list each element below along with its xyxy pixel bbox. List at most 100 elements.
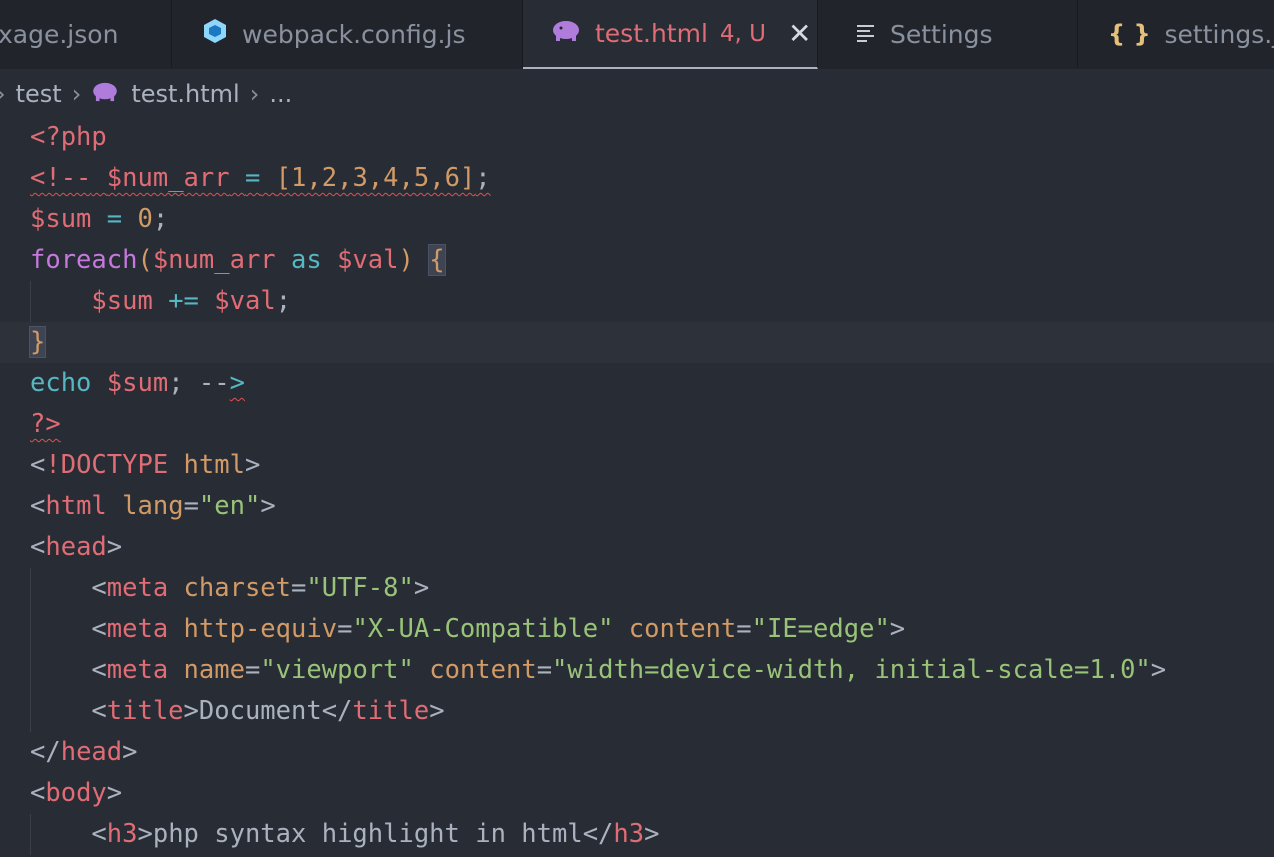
code-token: ; (475, 163, 491, 193)
code-line[interactable]: ?> (0, 404, 1274, 445)
code-token: content (429, 655, 537, 685)
code-token: < (30, 532, 46, 562)
indent-guide (30, 609, 31, 650)
code-token: "IE=edge" (751, 614, 890, 644)
code-token: meta (106, 573, 169, 603)
code-token: >php syntax highlight in html</ (137, 819, 614, 849)
code-line[interactable]: <!DOCTYPE html> (0, 445, 1274, 486)
indent-guide (30, 281, 31, 322)
code-token: < (30, 819, 107, 849)
code-line[interactable]: <body> (0, 773, 1274, 814)
code-token: > (644, 819, 660, 849)
code-token: -- (198, 368, 230, 398)
code-token: >Document</ (183, 696, 353, 726)
code-token: ; (168, 368, 199, 398)
code-line[interactable]: $sum = 0; (0, 199, 1274, 240)
tab-settings[interactable]: Settings (818, 0, 1078, 68)
problems-status-badge: 4, U (719, 20, 766, 47)
indent-guide (30, 650, 31, 691)
json-braces-icon: { } (1108, 20, 1151, 48)
indent-guide (30, 814, 31, 855)
code-token: foreach (30, 245, 138, 275)
code-token: $num_arr (152, 245, 276, 275)
code-token: = (183, 491, 199, 521)
code-line[interactable]: <html lang="en"> (0, 486, 1274, 527)
code-line[interactable]: <meta name="viewport" content="width=dev… (0, 650, 1274, 691)
code-token: > (229, 368, 245, 398)
code-token: > (1150, 655, 1167, 685)
close-icon[interactable]: ✕ (788, 17, 811, 50)
code-token: [1,2,3,4,5,6] (275, 163, 476, 193)
code-token: h3 (613, 819, 645, 849)
code-token: += (168, 286, 199, 316)
code-line[interactable]: $sum += $val; (0, 281, 1274, 322)
code-line[interactable]: <h3>php syntax highlight in html</h3> (0, 814, 1274, 855)
indent-guide (30, 568, 31, 609)
code-line[interactable]: } (0, 322, 1274, 363)
code-token: = (291, 573, 307, 603)
code-line[interactable]: <?php (0, 117, 1274, 158)
tab-test-html[interactable]: test.html 4, U ✕ (523, 0, 818, 69)
code-line[interactable]: <title>Document</title> (0, 691, 1274, 732)
tab-label: xage.json (0, 19, 119, 49)
code-token: < (30, 655, 107, 685)
code-token: > (106, 778, 123, 808)
code-line[interactable]: foreach($num_arr as $val) { (0, 240, 1274, 281)
code-token: head (45, 532, 107, 562)
indent-guide (30, 691, 31, 732)
code-line[interactable]: <head> (0, 527, 1274, 568)
code-token: content (628, 614, 737, 644)
code-token: as (291, 245, 322, 275)
breadcrumb: › test › test.html › ... (0, 72, 1274, 116)
code-token: title (352, 696, 430, 726)
code-token: < (30, 450, 46, 480)
tab-label: settings.json (1164, 19, 1274, 49)
code-token: < (30, 573, 107, 603)
settings-list-icon (856, 20, 876, 48)
code-line[interactable]: <meta http-equiv="X-UA-Compatible" conte… (0, 609, 1274, 650)
breadcrumb-file[interactable]: test.html (131, 80, 239, 108)
code-token: !DOCTYPE (45, 450, 169, 480)
code-token: "width=device-width, initial-scale=1.0" (552, 655, 1151, 685)
code-token: echo (30, 368, 92, 398)
chevron-right-icon: › (249, 80, 260, 108)
code-line[interactable]: echo $sum; --> (0, 363, 1274, 404)
code-token: h3 (106, 819, 138, 849)
code-token: < (30, 614, 107, 644)
code-token: charset (183, 573, 292, 603)
code-line[interactable]: </head> (0, 732, 1274, 773)
php-elephant-icon (551, 20, 581, 48)
code-token: ; (275, 286, 292, 316)
code-token: $val (337, 245, 399, 275)
tab-package-json[interactable]: xage.json (0, 0, 172, 68)
code-token: ( (137, 245, 153, 275)
code-token: $val (214, 286, 276, 316)
code-editor[interactable]: <?php <!-- $num_arr = [1,2,3,4,5,6]; $sum … (0, 117, 1274, 855)
code-line[interactable]: <!-- $num_arr = [1,2,3,4,5,6]; (0, 158, 1274, 199)
code-line[interactable]: <meta charset="UTF-8"> (0, 568, 1274, 609)
tab-webpack-config[interactable]: webpack.config.js (172, 0, 523, 68)
breadcrumb-folder[interactable]: test (16, 80, 62, 108)
code-token: <!-- (30, 163, 92, 193)
chevron-right-icon: › (71, 80, 82, 108)
tab-settings-json[interactable]: { } settings.json (1078, 0, 1274, 68)
code-token: > (244, 450, 261, 480)
code-token: > (889, 614, 906, 644)
tab-bar: xage.json webpack.config.js test.html 4,… (0, 0, 1274, 69)
code-token: < (30, 778, 46, 808)
code-token: = (736, 614, 752, 644)
code-token: { (428, 244, 446, 276)
breadcrumb-more[interactable]: ... (269, 80, 292, 108)
code-token: $sum (91, 286, 153, 316)
code-token: $num_arr (106, 163, 230, 193)
webpack-icon (202, 18, 228, 50)
